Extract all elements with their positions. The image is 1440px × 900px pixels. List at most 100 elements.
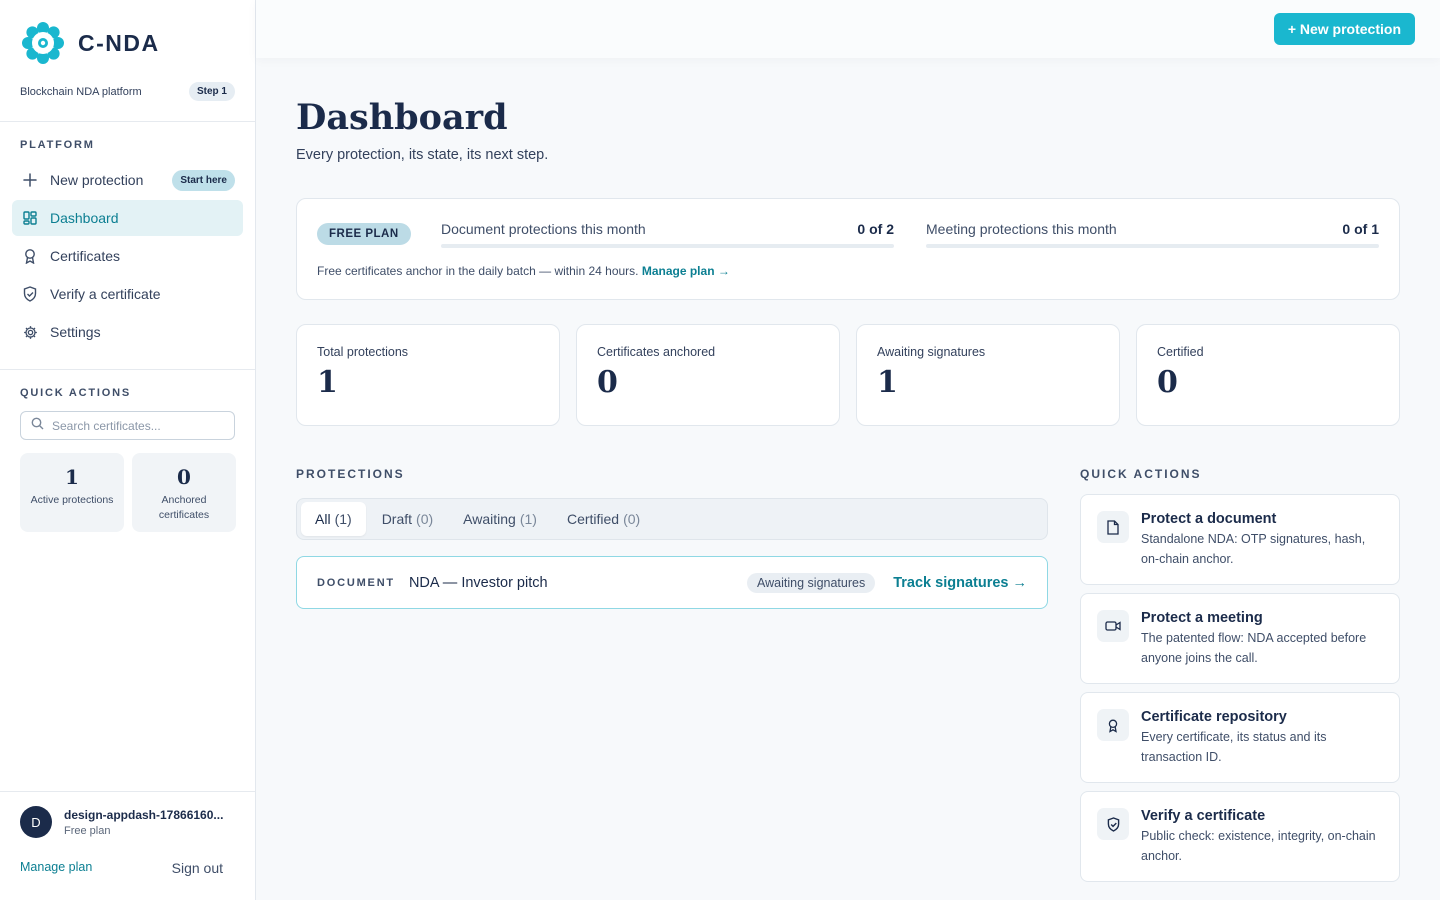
meter-track bbox=[441, 244, 894, 248]
page-title: Dashboard bbox=[296, 97, 508, 138]
tab-draft[interactable]: Draft (0) bbox=[368, 502, 447, 536]
stat-value: 0 bbox=[1157, 365, 1178, 400]
manage-plan-link[interactable]: Manage plan bbox=[20, 860, 92, 876]
mini-stat-active: 1 Active protections bbox=[20, 453, 124, 532]
gear-icon bbox=[22, 324, 38, 340]
sidebar-item-certificates[interactable]: Certificates bbox=[12, 238, 243, 274]
tab-count: (1) bbox=[334, 511, 352, 527]
mini-stat-label: Active protections bbox=[30, 494, 114, 506]
sidebar-item-label: Certificates bbox=[50, 248, 121, 264]
quick-action-certificate-repository[interactable]: Certificate repository Every certificate… bbox=[1080, 692, 1400, 783]
stat-card-anchored: Certificates anchored 0 bbox=[576, 324, 840, 426]
plan-card: FREE PLAN Document protections this mont… bbox=[296, 198, 1400, 300]
quick-actions-list: Protect a document Standalone NDA: OTP s… bbox=[1080, 494, 1400, 890]
sidebar-nav: New protection Start here Dashboard Cert… bbox=[12, 162, 243, 352]
sidebar-item-label: Dashboard bbox=[50, 210, 119, 226]
meter-label: Document protections this month bbox=[441, 221, 646, 237]
stat-label: Certified bbox=[1157, 345, 1204, 359]
video-icon bbox=[1097, 610, 1129, 642]
shield-check-icon bbox=[22, 286, 38, 302]
shield-check-icon bbox=[1097, 808, 1129, 840]
brand[interactable]: C-NDA bbox=[20, 20, 160, 66]
flower-logo-icon bbox=[22, 22, 64, 64]
sidebar-divider bbox=[0, 791, 255, 792]
document-icon bbox=[1097, 511, 1129, 543]
sidebar-item-dashboard[interactable]: Dashboard bbox=[12, 200, 243, 236]
document-quota-meter: Document protections this month 0 of 2 bbox=[441, 221, 894, 248]
mini-stat-value: 0 bbox=[177, 465, 191, 489]
platform-section-label: PLATFORM bbox=[20, 139, 95, 151]
plan-badge: FREE PLAN bbox=[317, 223, 411, 245]
quick-action-desc: The patented flow: NDA accepted before a… bbox=[1141, 631, 1367, 665]
status-badge: Awaiting signatures bbox=[747, 572, 876, 593]
brand-tagline: Blockchain NDA platform bbox=[20, 85, 142, 98]
search-input[interactable] bbox=[52, 418, 222, 433]
plan-note-text: Free certificates anchor in the daily ba… bbox=[317, 264, 639, 278]
grid-icon bbox=[22, 210, 38, 226]
sidebar: C-NDA Blockchain NDA platform Step 1 PLA… bbox=[0, 0, 256, 900]
search-box[interactable] bbox=[20, 411, 235, 440]
protection-title[interactable]: NDA — Investor pitch bbox=[409, 575, 548, 591]
user-plan: Free plan bbox=[64, 824, 111, 837]
manage-plan-inline-link[interactable]: Manage plan → bbox=[642, 264, 730, 278]
tab-label: Draft bbox=[381, 511, 413, 527]
quick-action-desc: Public check: existence, integrity, on-c… bbox=[1141, 829, 1376, 863]
quick-action-desc: Every certificate, its status and its tr… bbox=[1141, 730, 1327, 764]
sidebar-item-label: New protection bbox=[50, 172, 144, 188]
quick-action-title: Protect a document bbox=[1141, 511, 1277, 527]
stat-label: Awaiting signatures bbox=[877, 345, 986, 359]
mini-stat-label: Anchored certificates bbox=[158, 494, 210, 521]
protection-type: DOCUMENT bbox=[317, 576, 395, 589]
mini-stat-anchored: 0 Anchored certificates bbox=[132, 453, 236, 532]
stat-value: 1 bbox=[317, 365, 338, 400]
stat-card-awaiting: Awaiting signatures 1 bbox=[856, 324, 1120, 426]
meter-value: 0 of 1 bbox=[1342, 221, 1379, 237]
sidebar-item-verify[interactable]: Verify a certificate bbox=[12, 276, 243, 312]
protections-tabs: All (1) Draft (0) Awaiting (1) Certified… bbox=[296, 498, 1048, 540]
sidebar-divider bbox=[0, 121, 255, 122]
meter-track bbox=[926, 244, 1379, 248]
stat-value: 1 bbox=[877, 365, 898, 400]
plan-note: Free certificates anchor in the daily ba… bbox=[317, 264, 730, 278]
sidebar-item-settings[interactable]: Settings bbox=[12, 314, 243, 350]
tab-label: Awaiting bbox=[463, 511, 516, 527]
brand-name: C-NDA bbox=[78, 29, 160, 56]
mini-stat-value: 1 bbox=[65, 465, 79, 489]
ribbon-icon bbox=[22, 248, 38, 264]
stat-card-certified: Certified 0 bbox=[1136, 324, 1400, 426]
tab-awaiting[interactable]: Awaiting (1) bbox=[449, 502, 551, 536]
tab-count: (1) bbox=[519, 511, 537, 527]
quick-actions-label: QUICK ACTIONS bbox=[1080, 467, 1202, 481]
page-subtitle: Every protection, its state, its next st… bbox=[296, 147, 549, 163]
sign-out-button[interactable]: Sign out bbox=[172, 860, 223, 876]
plus-icon bbox=[22, 172, 38, 188]
tab-label: All bbox=[315, 511, 331, 527]
quick-actions-section-label: QUICK ACTIONS bbox=[20, 387, 131, 399]
quick-action-desc: Standalone NDA: OTP signatures, hash, on… bbox=[1141, 532, 1366, 566]
search-icon bbox=[31, 417, 44, 435]
sidebar-item-new-protection[interactable]: New protection Start here bbox=[12, 162, 243, 198]
sidebar-item-label: Settings bbox=[50, 324, 101, 340]
stat-label: Certificates anchored bbox=[597, 345, 716, 359]
stat-value: 0 bbox=[597, 365, 618, 400]
quick-action-title: Certificate repository bbox=[1141, 709, 1287, 725]
tab-certified[interactable]: Certified (0) bbox=[553, 502, 654, 536]
quick-action-protect-document[interactable]: Protect a document Standalone NDA: OTP s… bbox=[1080, 494, 1400, 585]
meter-value: 0 of 2 bbox=[857, 221, 894, 237]
new-protection-button[interactable]: + New protection bbox=[1273, 13, 1415, 45]
quick-action-protect-meeting[interactable]: Protect a meeting The patented flow: NDA… bbox=[1080, 593, 1400, 684]
protection-row[interactable]: DOCUMENT NDA — Investor pitch Awaiting s… bbox=[296, 556, 1048, 609]
topbar: + New protection bbox=[256, 0, 1440, 58]
protections-section-label: PROTECTIONS bbox=[296, 467, 405, 481]
tab-all[interactable]: All (1) bbox=[301, 502, 366, 536]
tab-count: (0) bbox=[416, 511, 434, 527]
user-profile[interactable]: D design-appdash-17866160... Free plan bbox=[20, 806, 234, 838]
track-signatures-link[interactable]: Track signatures → bbox=[893, 575, 1027, 591]
meeting-quota-meter: Meeting protections this month 0 of 1 bbox=[926, 221, 1379, 248]
avatar: D bbox=[20, 806, 52, 838]
ribbon-icon bbox=[1097, 709, 1129, 741]
stat-cards: Total protections 1 Certificates anchore… bbox=[296, 324, 1400, 426]
quick-action-title: Verify a certificate bbox=[1141, 808, 1266, 824]
stat-label: Total protections bbox=[317, 345, 409, 359]
quick-action-verify-certificate[interactable]: Verify a certificate Public check: exist… bbox=[1080, 791, 1400, 882]
